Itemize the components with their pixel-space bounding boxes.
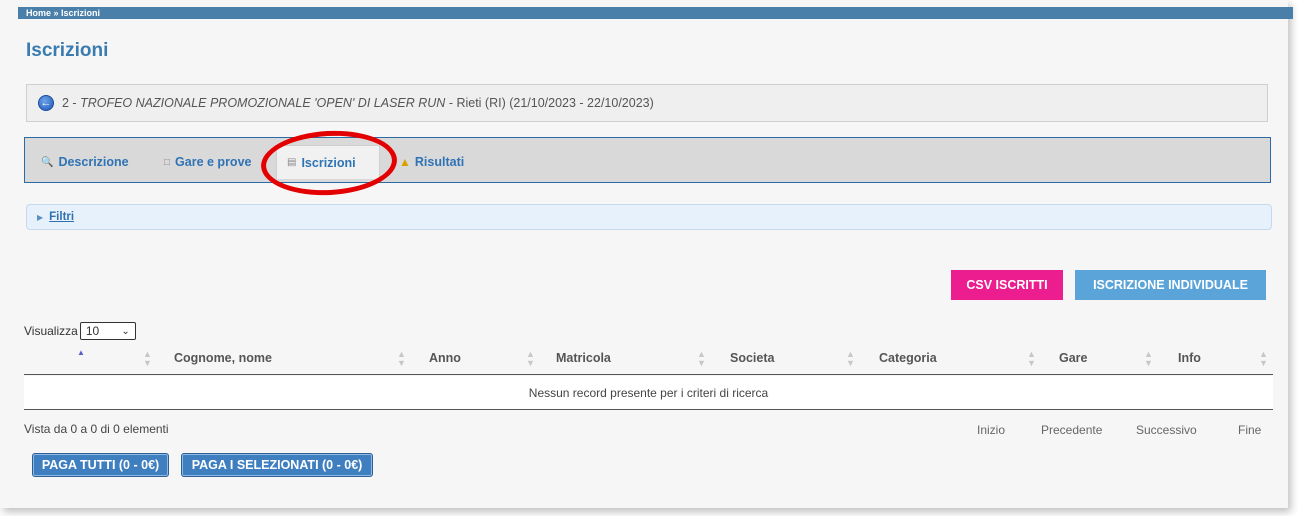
sort-icon[interactable]: ▲ ▼ [1259,350,1268,368]
table-header: ▲ ▲ ▼ Cognome, nome ▲ ▼ Anno ▲ ▼ Matricola … [24,342,1273,375]
tab-label: Gare e prove [175,155,252,169]
back-arrow-icon[interactable]: ← [38,95,54,111]
magnifier-icon: 🔍 [41,156,54,168]
sort-icon[interactable]: ▲ ▼ [143,350,152,368]
pagination-next[interactable]: Successivo [1136,423,1197,437]
event-location-dates: - Rieti (RI) (21/10/2023 - 22/10/2023) [448,96,654,110]
tab-gare-e-prove[interactable]: □ Gare e prove [154,145,261,179]
tab-label: Descrizione [58,155,129,169]
pay-selected-button[interactable]: PAGA I SELEZIONATI (0 - 0€) [181,453,373,477]
tab-label: Risultati [414,155,465,169]
sort-icon[interactable]: ▲ ▼ [526,350,535,368]
page-container: Home » Iscrizioni Iscrizioni ← 2 - TROFE… [0,0,1293,508]
empty-message: Nessun record presente per i criteri di … [528,385,769,400]
iscrizione-individuale-button[interactable]: ISCRIZIONE INDIVIDUALE [1075,270,1266,300]
caret-right-icon: ▶ [37,212,44,222]
tab-descrizione[interactable]: 🔍 Descrizione [31,145,139,179]
column-header-matricola[interactable]: Matricola [556,351,611,365]
page-title: Iscrizioni [26,40,109,61]
event-info-box: ← 2 - TROFEO NAZIONALE PROMOZIONALE 'OPE… [26,84,1268,122]
event-name: TROFEO NAZIONALE PROMOZIONALE 'OPEN' DI … [80,96,446,110]
pagination-previous[interactable]: Precedente [1041,423,1102,437]
column-header-categoria[interactable]: Categoria [879,351,937,365]
tab-bar: 🔍 Descrizione □ Gare e prove ▤ Iscrizion… [24,137,1271,183]
page-size-value: 10 [85,324,100,338]
pagination-first[interactable]: Inizio [977,423,1005,437]
column-header-gare[interactable]: Gare [1059,351,1088,365]
page-size-control: Visualizza 10 ⌄ [24,322,136,340]
pay-all-button[interactable]: PAGA TUTTI (0 - 0€) [32,453,169,477]
book-icon: □ [164,156,171,168]
breadcrumb[interactable]: Home » Iscrizioni [18,7,1293,19]
table-empty-row: Nessun record presente per i criteri di … [24,376,1273,410]
column-header-cognome-nome[interactable]: Cognome, nome [174,351,272,365]
filters-panel[interactable]: ▶ Filtri [26,204,1272,230]
column-header-societa[interactable]: Societa [730,351,774,365]
sort-icon[interactable]: ▲ ▼ [697,350,706,368]
sort-icon[interactable]: ▲ ▼ [1027,350,1036,368]
page-size-select[interactable]: 10 ⌄ [79,322,136,340]
sort-ascending-icon[interactable]: ▲ [77,348,85,357]
page-size-label: Visualizza [24,324,78,338]
event-number: 2 - [62,96,77,110]
tab-risultati[interactable]: ▲ Risultati [389,145,474,179]
table-info: Vista da 0 a 0 di 0 elementi [24,422,169,436]
pagination-last[interactable]: Fine [1238,423,1261,437]
chevron-down-icon: ⌄ [121,325,130,337]
sort-icon[interactable]: ▲ ▼ [397,350,406,368]
column-header-info[interactable]: Info [1178,351,1201,365]
sort-icon[interactable]: ▲ ▼ [846,350,855,368]
sort-icon[interactable]: ▲ ▼ [1144,350,1153,368]
column-header-anno[interactable]: Anno [429,351,461,365]
csv-iscritti-button[interactable]: CSV ISCRITTI [951,270,1063,300]
trophy-icon: ▲ [399,155,411,169]
filters-link[interactable]: Filtri [49,211,74,223]
